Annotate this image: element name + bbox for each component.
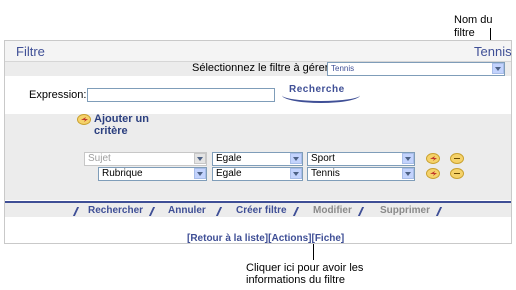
expression-input[interactable] <box>87 88 275 102</box>
actions-link[interactable]: [Actions] <box>268 233 311 244</box>
filter-name-title: Tennis <box>474 44 512 59</box>
add-icon <box>77 114 91 125</box>
criterion-2-field-value: Rubrique <box>98 167 207 181</box>
criterion-2-operator-select[interactable]: Egale <box>212 167 303 181</box>
remove-row-icon[interactable] <box>450 168 464 179</box>
chevron-down-icon[interactable] <box>402 153 414 164</box>
expression-label: Expression: <box>29 89 87 101</box>
toolbar-top-line <box>5 201 511 203</box>
criterion-1-value-text: Sport <box>307 152 415 166</box>
chevron-down-icon[interactable] <box>194 168 206 179</box>
callout-leader-bottom <box>313 244 314 260</box>
add-criterion-label: Ajouter un critère <box>94 113 149 137</box>
rechercher-button[interactable]: Rechercher <box>88 205 143 216</box>
criterion-1-value-select[interactable]: Sport <box>307 152 415 166</box>
add-criterion-link[interactable]: Ajouter un critère <box>77 113 169 137</box>
chevron-down-icon[interactable] <box>290 168 302 179</box>
chevron-down-icon[interactable] <box>492 63 504 74</box>
bottom-links: [Retour à la liste][Actions][Fiche] <box>187 233 344 244</box>
criterion-1-field-select: Sujet <box>84 152 207 166</box>
chevron-down-icon <box>194 153 206 164</box>
callout-filter-name: Nom du filtre <box>454 14 493 39</box>
criterion-2-value-select[interactable]: Tennis <box>307 167 415 181</box>
supprimer-button: Supprimer <box>380 205 431 216</box>
annuler-button[interactable]: Annuler <box>168 205 206 216</box>
select-filter-label: Sélectionnez le filtre à gérer <box>192 62 329 74</box>
criterion-1-operator-select[interactable]: Egale <box>212 152 303 166</box>
criterion-2-value-text: Tennis <box>307 167 415 181</box>
remove-row-icon[interactable] <box>450 153 464 164</box>
add-row-icon[interactable] <box>426 153 440 164</box>
callout-info-line2: informations du filtre <box>246 274 346 286</box>
title-bar <box>5 41 511 62</box>
creer-filtre-button[interactable]: Créer filtre <box>236 205 287 216</box>
panel-title: Filtre <box>16 44 45 59</box>
add-row-icon[interactable] <box>426 168 440 179</box>
retour-liste-link[interactable]: [Retour à la liste] <box>187 233 268 244</box>
recherche-button[interactable]: Recherche <box>282 83 362 103</box>
modifier-button: Modifier <box>313 205 352 216</box>
fiche-link[interactable]: [Fiche] <box>311 233 344 244</box>
filter-select-value: Tennis <box>327 62 505 76</box>
criterion-2-field-select[interactable]: Rubrique <box>98 167 207 181</box>
chevron-down-icon[interactable] <box>290 153 302 164</box>
chevron-down-icon[interactable] <box>402 168 414 179</box>
criterion-1-field-value: Sujet <box>84 152 207 166</box>
filter-select[interactable]: Tennis <box>327 62 505 76</box>
